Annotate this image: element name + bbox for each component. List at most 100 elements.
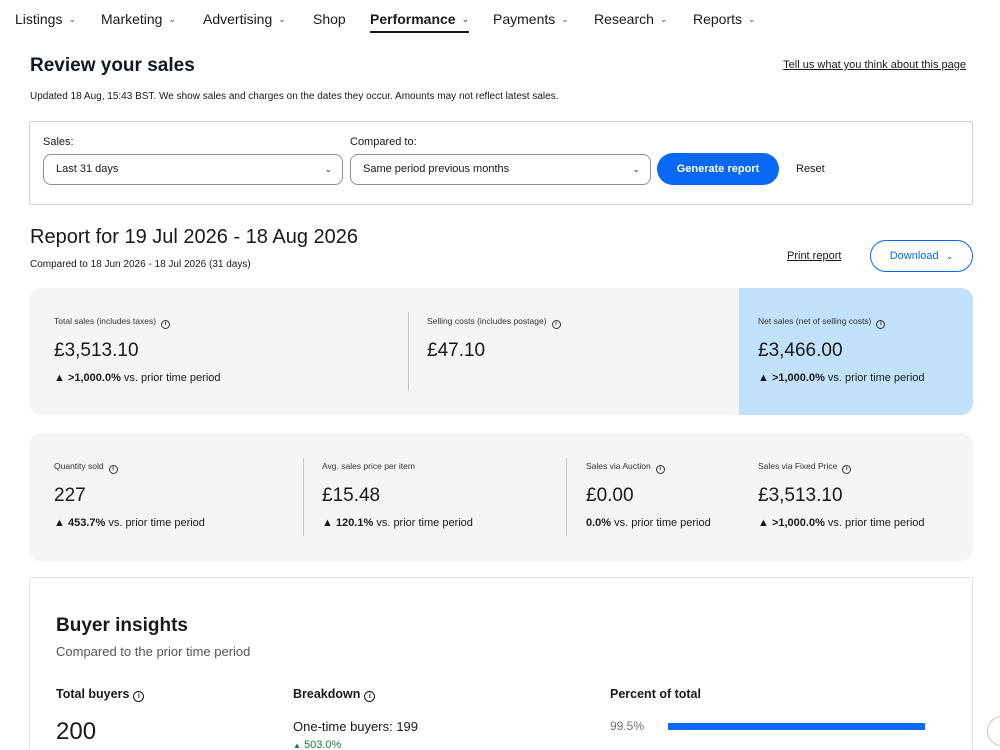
quantity-sold-label: Quantity sold i [54,461,118,474]
sales-label: Sales: [43,136,74,148]
change-value: 503.0% [303,739,342,750]
up-triangle-icon: ▲ [758,372,769,384]
heading-text: Breakdown [293,687,361,701]
net-sales-value: £3,466.00 [758,340,843,361]
scroll-to-top-button[interactable] [987,716,1000,746]
quantity-sold-value: 227 [54,485,86,506]
percent-of-total-heading: Percent of total [610,687,701,701]
info-icon[interactable]: i [842,465,852,474]
change-value: 0.0% [586,517,612,529]
avg-price-label: Avg. sales price per item [322,461,415,471]
heading-text: Total buyers [56,687,130,701]
total-buyers-heading: Total buyers i [56,687,145,702]
auction-sales-change: 0.0% vs. prior time period [586,517,711,529]
nav-label: Listings [15,11,63,27]
chevron-down-icon: ⌄ [659,14,668,24]
up-triangle-icon: ▲ [54,517,65,529]
total-sales-value: £3,513.10 [54,340,139,361]
compared-period-select[interactable]: Same period previous months ⌄ [350,154,651,185]
fixed-price-sales-change: ▲ >1,000.0% vs. prior time period [758,517,925,529]
chevron-down-icon: ⌄ [168,14,177,24]
chevron-down-icon: ⌄ [278,14,286,24]
label-text: Total sales (includes taxes) [54,316,157,326]
nav-listings[interactable]: Listings ⌄ [15,11,76,27]
nav-label: Advertising [203,11,273,27]
one-time-buyers-change: ▲ 503.0% [293,739,341,750]
nav-marketing[interactable]: Marketing ⌄ [101,11,176,27]
nav-label: Research [594,11,654,27]
change-suffix: vs. prior time period [123,372,221,384]
nav-label: Reports [693,11,743,27]
nav-label: Shop [313,11,346,27]
label-text: Sales via Auction [586,461,651,471]
download-button[interactable]: Download ⌄ [870,240,973,272]
change-value: >1,000.0% [771,372,825,384]
nav-reports[interactable]: Reports ⌄ [693,11,756,27]
info-icon[interactable]: i [161,320,171,329]
nav-label: Marketing [101,11,163,27]
auction-sales-value: £0.00 [586,485,634,506]
buyer-insights-title: Buyer insights [56,615,188,636]
generate-report-button[interactable]: Generate report [657,153,779,185]
info-icon[interactable]: i [108,465,118,474]
sales-period-select[interactable]: Last 31 days ⌄ [43,154,343,185]
info-icon[interactable]: i [551,320,561,329]
percent-bar-fill [668,723,925,730]
one-time-buyers: One-time buyers: 199 [293,719,419,734]
change-suffix: vs. prior time period [827,372,925,384]
chevron-down-icon: ⌄ [748,14,756,24]
nav-advertising[interactable]: Advertising ⌄ [203,11,286,27]
nav-performance[interactable]: Performance ⌄ [370,11,470,33]
change-suffix: vs. prior time period [376,517,473,529]
sales-details-panel: Quantity sold i 227 ▲ 453.7% vs. prior ti… [29,433,973,561]
feedback-link[interactable]: Tell us what you think about this page [783,59,966,71]
quantity-sold-change: ▲ 453.7% vs. prior time period [54,517,205,529]
chevron-down-icon: ⌄ [561,14,569,24]
chevron-down-icon: ⌄ [632,164,640,174]
avg-price-value: £15.48 [322,485,381,506]
change-suffix: vs. prior time period [108,517,205,529]
breakdown-heading: Breakdown i [293,687,376,702]
chevron-down-icon: ⌄ [324,164,332,174]
info-icon[interactable]: i [655,465,665,474]
label-text: Quantity sold [54,461,104,471]
selling-costs-value: £47.10 [427,340,486,361]
change-suffix: vs. prior time period [827,517,925,529]
buyer-insights-card: Buyer insights Compared to the prior tim… [29,577,973,750]
print-report-link[interactable]: Print report [787,250,841,262]
reset-button[interactable]: Reset [796,163,825,175]
sales-summary-panel: Total sales (includes taxes) i £3,513.10 … [29,288,973,415]
chevron-down-icon: ⌄ [68,14,77,24]
fixed-price-sales-value: £3,513.10 [758,485,843,506]
sales-period-value: Last 31 days [56,163,119,175]
change-value: 453.7% [67,517,106,529]
compared-period-value: Same period previous months [363,163,510,175]
percent-value: 99.5% [610,719,645,733]
info-icon[interactable]: i [133,691,145,702]
up-triangle-icon: ▲ [758,517,769,529]
compared-label: Compared to: [350,136,417,148]
divider [408,312,409,391]
total-sales-change: ▲ >1,000.0% vs. prior time period [54,372,221,384]
selling-costs-label: Selling costs (includes postage) i [427,316,561,329]
info-icon[interactable]: i [364,691,376,702]
up-triangle-icon: ▲ [293,741,301,750]
change-value: >1,000.0% [771,517,825,529]
divider [303,458,304,536]
total-buyers-value: 200 [56,718,97,745]
info-icon[interactable]: i [876,320,886,329]
net-sales-label: Net sales (net of selling costs) i [758,316,886,329]
nav-research[interactable]: Research ⌄ [594,11,667,27]
nav-shop[interactable]: Shop [313,11,346,27]
chevron-down-icon: ⌄ [461,14,470,24]
net-sales-change: ▲ >1,000.0% vs. prior time period [758,372,925,384]
nav-payments[interactable]: Payments ⌄ [493,11,569,27]
download-label: Download [889,250,939,262]
nav-label: Performance [370,11,456,27]
percent-bar-track [668,723,926,730]
compared-range: Compared to 18 Jun 2026 - 18 Jul 2026 (3… [30,259,251,270]
divider [566,458,567,536]
chevron-down-icon: ⌄ [945,251,954,261]
label-text: Net sales (net of selling costs) [758,316,872,326]
label-text: Selling costs (includes postage) [427,316,547,326]
